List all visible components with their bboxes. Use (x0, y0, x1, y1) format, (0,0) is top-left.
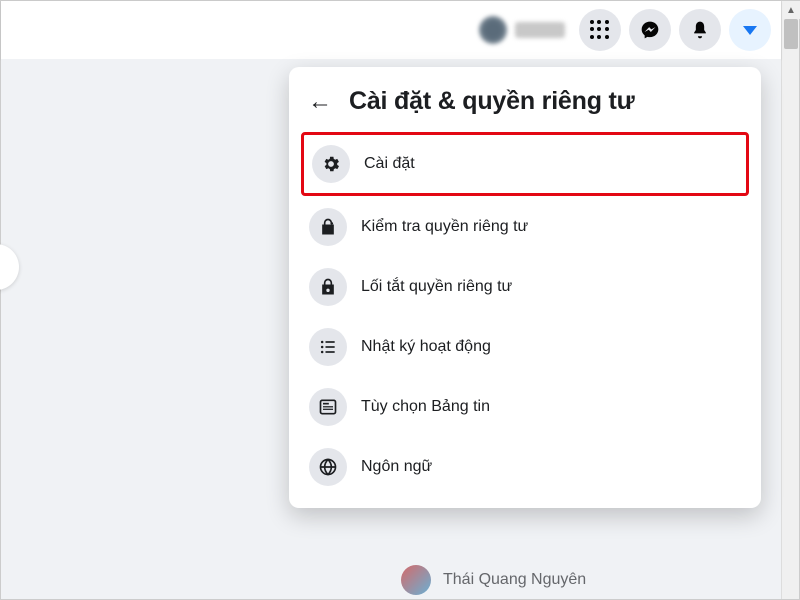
menu-item-label: Nhật ký hoạt động (361, 338, 491, 356)
scroll-up-arrow[interactable]: ▲ (782, 1, 800, 19)
menu-item-privacy-checkup[interactable]: Kiểm tra quyền riêng tư (301, 198, 749, 256)
messenger-icon (640, 20, 660, 40)
menu-item-label: Ngôn ngữ (361, 458, 432, 476)
top-navigation-bar (1, 1, 781, 59)
scroll-thumb[interactable] (784, 19, 798, 49)
caret-down-icon (743, 26, 757, 35)
user-profile-chip[interactable] (479, 16, 565, 44)
menu-item-privacy-shortcuts[interactable]: Lối tắt quyền riêng tư (301, 258, 749, 316)
grid-icon (590, 20, 610, 40)
contact-name: Thái Quang Nguyên (443, 571, 586, 589)
dropdown-title: Cài đặt & quyền riêng tư (349, 87, 635, 116)
settings-privacy-dropdown: ← Cài đặt & quyền riêng tư Cài đặt Kiểm … (289, 67, 761, 508)
menu-list: Cài đặt Kiểm tra quyền riêng tư Lối tắt … (297, 132, 753, 496)
back-button[interactable]: ← (305, 88, 335, 116)
lock-icon (309, 268, 347, 306)
list-icon (309, 328, 347, 366)
dropdown-header: ← Cài đặt & quyền riêng tư (297, 77, 753, 132)
vertical-scrollbar[interactable]: ▲ (781, 1, 799, 599)
menu-item-label: Tùy chọn Bảng tin (361, 398, 490, 416)
menu-item-newsfeed-preferences[interactable]: Tùy chọn Bảng tin (301, 378, 749, 436)
user-name-obscured (515, 22, 565, 38)
bell-icon (690, 20, 710, 40)
menu-item-language[interactable]: Ngôn ngữ (301, 438, 749, 496)
account-dropdown-button[interactable] (729, 9, 771, 51)
menu-grid-button[interactable] (579, 9, 621, 51)
chat-contact[interactable]: Thái Quang Nguyên (401, 565, 586, 595)
story-nav-circle[interactable] (0, 244, 19, 290)
notifications-button[interactable] (679, 9, 721, 51)
messenger-button[interactable] (629, 9, 671, 51)
avatar (401, 565, 431, 595)
avatar (479, 16, 507, 44)
lock-heart-icon (309, 208, 347, 246)
globe-icon (309, 448, 347, 486)
arrow-left-icon: ← (308, 88, 332, 116)
menu-item-activity-log[interactable]: Nhật ký hoạt động (301, 318, 749, 376)
gear-icon (312, 145, 350, 183)
feed-icon (309, 388, 347, 426)
menu-item-settings[interactable]: Cài đặt (301, 132, 749, 196)
menu-item-label: Cài đặt (364, 155, 415, 173)
menu-item-label: Kiểm tra quyền riêng tư (361, 218, 528, 236)
menu-item-label: Lối tắt quyền riêng tư (361, 278, 512, 296)
